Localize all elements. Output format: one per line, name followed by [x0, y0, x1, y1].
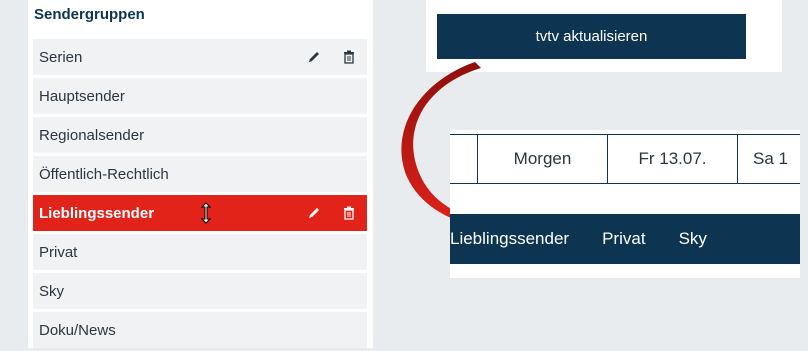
group-item-label: Lieblingssender — [39, 204, 155, 222]
group-item-oeffentlich-rechtlich[interactable]: Öffentlich-Rechtlich — [33, 156, 367, 192]
group-item-label: Regionalsender — [39, 126, 145, 144]
tvtv-update-button[interactable]: tvtv aktualisieren — [437, 14, 746, 59]
group-item-label: Doku/News — [39, 321, 116, 339]
item-actions — [307, 195, 355, 231]
pencil-icon[interactable] — [307, 50, 321, 64]
date-nav-card: Morgen Fr 13.07. Sa 1 Lieblingssender Pr… — [450, 130, 800, 278]
date-tab-morgen[interactable]: Morgen — [478, 134, 608, 184]
group-item-doku-news[interactable]: Doku/News — [33, 312, 367, 348]
group-nav-privat[interactable]: Privat — [602, 229, 645, 249]
group-item-lieblingssender[interactable]: Lieblingssender — [33, 195, 367, 231]
group-item-label: Serien — [39, 48, 83, 66]
trash-icon[interactable] — [343, 206, 355, 220]
group-nav-bar: Lieblingssender Privat Sky — [450, 214, 800, 264]
item-actions — [307, 39, 355, 75]
pencil-icon[interactable] — [307, 206, 321, 220]
sendergruppen-panel: Sendergruppen Serien Hauptsender Regiona… — [28, 0, 373, 348]
group-item-privat[interactable]: Privat — [33, 234, 367, 270]
group-item-label: Privat — [39, 243, 78, 261]
group-nav-sky[interactable]: Sky — [679, 229, 707, 249]
trash-icon[interactable] — [343, 50, 355, 64]
group-list: Serien Hauptsender Regionalsender Öffent… — [33, 39, 367, 351]
date-tab-previous[interactable] — [450, 134, 478, 184]
resize-cursor-icon — [200, 202, 212, 228]
group-item-hauptsender[interactable]: Hauptsender — [33, 78, 367, 114]
date-tabs: Morgen Fr 13.07. Sa 1 — [450, 134, 800, 184]
group-item-regionalsender[interactable]: Regionalsender — [33, 117, 367, 153]
group-item-label: Sky — [39, 282, 65, 300]
date-tab-fr[interactable]: Fr 13.07. — [608, 134, 738, 184]
group-nav-lieblingssender[interactable]: Lieblingssender — [450, 229, 569, 249]
panel-title: Sendergruppen — [34, 6, 145, 23]
group-item-sky[interactable]: Sky — [33, 273, 367, 309]
group-item-label: Hauptsender — [39, 87, 125, 105]
group-item-label: Öffentlich-Rechtlich — [39, 165, 169, 183]
group-item-serien[interactable]: Serien — [33, 39, 367, 75]
date-tab-sa[interactable]: Sa 1 — [738, 134, 800, 184]
